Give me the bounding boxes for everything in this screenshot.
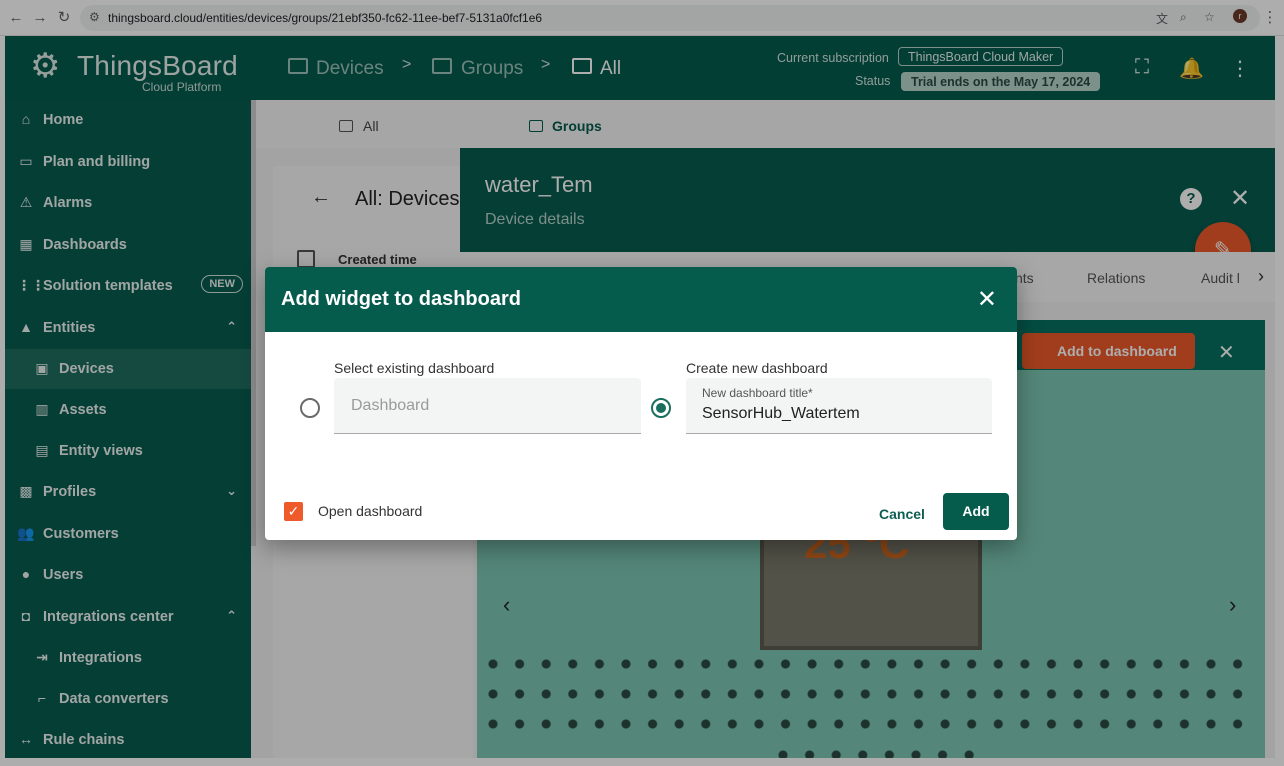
dialog-header: Add widget to dashboard ✕	[265, 267, 1017, 332]
create-new-label: Create new dashboard	[686, 360, 828, 376]
open-dashboard-label[interactable]: Open dashboard	[318, 503, 422, 519]
existing-dashboard-field[interactable]: Dashboard	[334, 378, 641, 434]
select-existing-radio[interactable]	[300, 398, 320, 418]
add-widget-dialog: Add widget to dashboard ✕ Select existin…	[265, 267, 1017, 540]
new-dashboard-title-label: New dashboard title*	[702, 386, 813, 400]
create-new-radio[interactable]	[651, 398, 671, 418]
new-dashboard-title-value: SensorHub_Watertem	[702, 405, 860, 422]
select-existing-label: Select existing dashboard	[334, 360, 495, 376]
open-dashboard-checkbox[interactable]: ✓	[284, 502, 303, 521]
dashboard-placeholder: Dashboard	[351, 397, 430, 414]
close-icon[interactable]: ✕	[977, 285, 997, 314]
dialog-title: Add widget to dashboard	[281, 288, 521, 310]
add-button[interactable]: Add	[943, 493, 1009, 530]
cancel-button[interactable]: Cancel	[865, 497, 939, 531]
new-dashboard-title-field[interactable]: New dashboard title* SensorHub_Watertem	[686, 378, 992, 434]
